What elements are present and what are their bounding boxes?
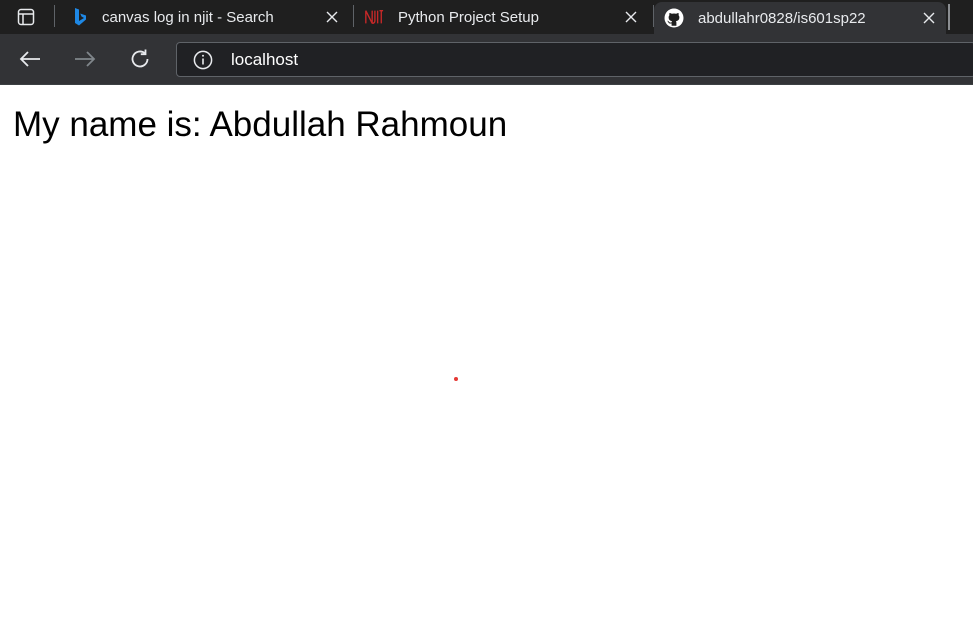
close-icon	[625, 11, 637, 23]
reload-button[interactable]	[124, 43, 156, 75]
close-icon	[326, 11, 338, 23]
bing-icon	[70, 7, 90, 27]
url-text: localhost	[231, 49, 299, 69]
site-info-icon[interactable]	[193, 50, 213, 70]
njit-icon	[364, 7, 384, 27]
tab-actions-button[interactable]	[0, 0, 52, 34]
address-bar[interactable]: localhost	[176, 42, 973, 77]
close-tab-button[interactable]	[322, 7, 342, 27]
back-button[interactable]	[14, 43, 46, 75]
browser-chrome: canvas log in njit - Search Python Proje…	[0, 0, 973, 85]
tab-strip: canvas log in njit - Search Python Proje…	[0, 0, 973, 34]
refresh-icon	[131, 49, 149, 68]
close-icon	[923, 12, 935, 24]
tab-bing-search[interactable]: canvas log in njit - Search	[60, 0, 352, 34]
tab-overflow-edge	[948, 4, 950, 30]
page-heading: My name is: Abdullah Rahmoun	[13, 105, 508, 144]
tab-label: Python Project Setup	[398, 8, 539, 26]
tab-separator	[54, 5, 55, 27]
tab-label: canvas log in njit - Search	[102, 8, 274, 26]
close-tab-button[interactable]	[621, 7, 641, 27]
tab-python-project-setup[interactable]: Python Project Setup	[354, 0, 652, 34]
forward-button[interactable]	[69, 43, 101, 75]
page-content: My name is: Abdullah Rahmoun	[0, 85, 973, 617]
arrow-right-icon	[75, 51, 96, 67]
cursor-dot	[454, 377, 458, 381]
tab-actions-icon	[17, 8, 35, 26]
github-icon	[664, 8, 684, 28]
tab-github-repo[interactable]: abdullahr0828/is601sp22	[654, 2, 946, 34]
close-tab-button[interactable]	[919, 8, 939, 28]
browser-toolbar: localhost	[0, 34, 973, 85]
tab-label: abdullahr0828/is601sp22	[698, 9, 866, 27]
arrow-left-icon	[19, 51, 40, 67]
